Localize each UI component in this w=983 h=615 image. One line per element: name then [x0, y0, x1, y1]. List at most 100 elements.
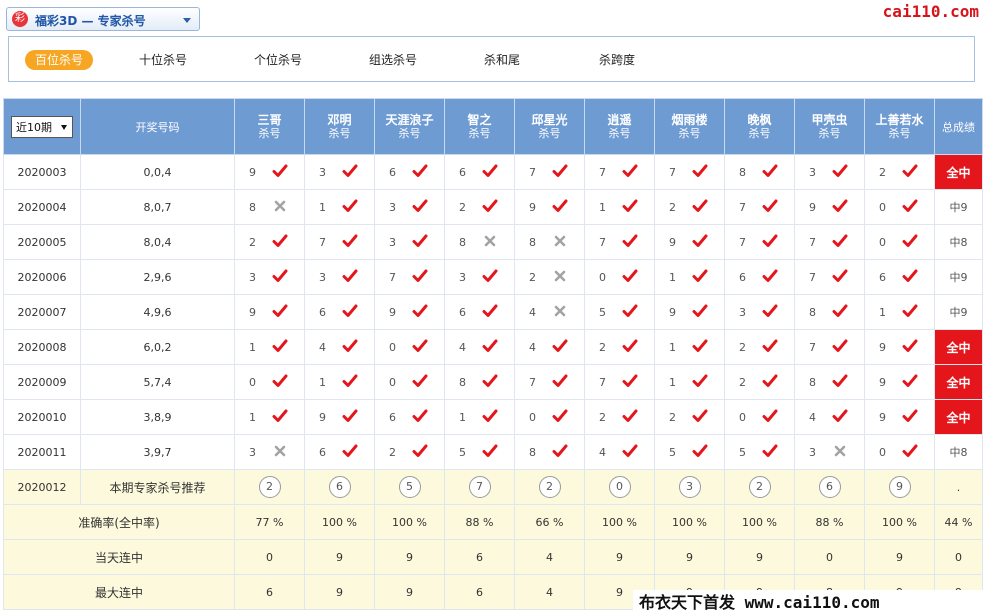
pick-cell: 7 — [514, 364, 585, 400]
check-icon — [902, 373, 918, 392]
recommend-cell: 0 — [584, 469, 655, 505]
pick-cell: 9 — [304, 399, 375, 435]
table-row: 2020009 5,7,4 0 1 0 8 7 7 1 2 8 9 全中 — [3, 364, 983, 400]
pick-wrap: 8 — [726, 156, 794, 189]
pick-number: 6 — [459, 166, 466, 179]
pick-number: 4 — [529, 306, 536, 319]
pick-wrap: 9 — [866, 401, 934, 434]
pick-number: 0 — [879, 201, 886, 214]
pick-cell: 0 — [374, 364, 445, 400]
pick-cell: 9 — [654, 294, 725, 330]
pick-number: 1 — [599, 201, 606, 214]
expert-name: 智之 — [467, 112, 492, 127]
pick-wrap: 7 — [586, 226, 654, 259]
pick-wrap: 0 — [376, 366, 444, 399]
pick-number: 7 — [319, 236, 326, 249]
pick-number: 3 — [249, 271, 256, 284]
pick-wrap: 9 — [376, 296, 444, 329]
pick-number: 8 — [809, 306, 816, 319]
pick-cell: 0 — [864, 189, 935, 225]
pick-number: 2 — [669, 411, 676, 424]
expert-sub: 杀号 — [888, 126, 911, 140]
expert-name: 三哥 — [257, 112, 282, 127]
tab-tens[interactable]: 十位杀号 — [139, 50, 187, 70]
check-icon — [902, 268, 918, 287]
pick-number: 0 — [529, 411, 536, 424]
tab-sum-tail[interactable]: 杀和尾 — [484, 50, 520, 70]
total-cell: 全中 — [934, 154, 983, 190]
check-icon — [762, 443, 778, 462]
pick-wrap: 1 — [236, 331, 304, 364]
pick-wrap: 8 — [236, 191, 304, 224]
recommend-label: 本期专家杀号推荐 — [80, 469, 235, 505]
stats-row: 当天连中 0 9 9 6 4 9 9 9 0 9 0 — [3, 539, 983, 575]
lottery-select[interactable]: 彩 福彩3D — 专家杀号 — [6, 7, 200, 31]
pick-cell: 7 — [374, 259, 445, 295]
draw-cell: 3,9,7 — [80, 434, 235, 470]
pick-number: 6 — [879, 271, 886, 284]
expert-header: 邱星光 杀号 — [514, 98, 585, 155]
check-icon — [552, 443, 568, 462]
pick-wrap: 3 — [236, 436, 304, 469]
stats-value: 100 % — [654, 504, 725, 540]
pick-wrap: 9 — [306, 401, 374, 434]
pick-wrap: 7 — [516, 156, 584, 189]
stats-value: 6 — [234, 574, 305, 610]
recommend-cell: 5 — [374, 469, 445, 505]
pick-number: 2 — [459, 201, 466, 214]
pick-wrap: 7 — [586, 156, 654, 189]
pick-number: 4 — [319, 341, 326, 354]
pick-wrap: 7 — [586, 366, 654, 399]
total-column-header: 总成绩 — [934, 98, 983, 155]
total-cell: 中9 — [934, 189, 983, 225]
total-cell: 中8 — [934, 224, 983, 260]
pick-number: 8 — [459, 376, 466, 389]
recommend-cell: 9 — [864, 469, 935, 505]
check-icon — [692, 268, 708, 287]
expert-sub: 杀号 — [608, 126, 631, 140]
check-icon — [832, 268, 848, 287]
check-icon — [412, 233, 428, 252]
pick-wrap: 2 — [726, 331, 794, 364]
check-icon — [762, 163, 778, 182]
pick-number: 4 — [809, 411, 816, 424]
pick-cell: 3 — [304, 259, 375, 295]
check-icon — [552, 408, 568, 427]
table-row: 2020005 8,0,4 2 7 3 8 8 7 9 7 7 0 中8 — [3, 224, 983, 260]
tab-span[interactable]: 杀跨度 — [599, 50, 635, 70]
tab-group[interactable]: 组选杀号 — [369, 50, 417, 70]
pick-number: 4 — [529, 341, 536, 354]
pick-number: 9 — [809, 201, 816, 214]
pick-number: 0 — [389, 341, 396, 354]
pick-cell: 7 — [794, 259, 865, 295]
check-icon — [832, 163, 848, 182]
pick-cell: 2 — [724, 329, 795, 365]
tab-hundreds[interactable]: 百位杀号 — [25, 50, 93, 70]
pick-cell: 3 — [794, 154, 865, 190]
pick-wrap: 1 — [306, 366, 374, 399]
pick-wrap: 1 — [656, 366, 724, 399]
pick-wrap: 7 — [656, 156, 724, 189]
pick-cell: 6 — [864, 259, 935, 295]
pick-number: 7 — [599, 166, 606, 179]
check-icon — [272, 233, 288, 252]
check-icon — [762, 373, 778, 392]
pick-cell: 2 — [654, 399, 725, 435]
pick-wrap: 6 — [446, 156, 514, 189]
stats-total: 0 — [934, 539, 983, 575]
pick-wrap: 7 — [796, 226, 864, 259]
check-icon — [482, 373, 498, 392]
pick-cell: 5 — [584, 294, 655, 330]
period-select[interactable]: 近10期 — [11, 115, 73, 138]
pick-wrap: 8 — [516, 226, 584, 259]
cross-icon — [832, 443, 848, 462]
total-cell: 全中 — [934, 364, 983, 400]
issue-cell: 2020006 — [3, 259, 81, 295]
pick-wrap: 2 — [376, 436, 444, 469]
stats-value: 77 % — [234, 504, 305, 540]
check-icon — [762, 268, 778, 287]
pick-number: 7 — [599, 376, 606, 389]
pick-number: 5 — [459, 446, 466, 459]
tab-units[interactable]: 个位杀号 — [254, 50, 302, 70]
check-icon — [622, 268, 638, 287]
